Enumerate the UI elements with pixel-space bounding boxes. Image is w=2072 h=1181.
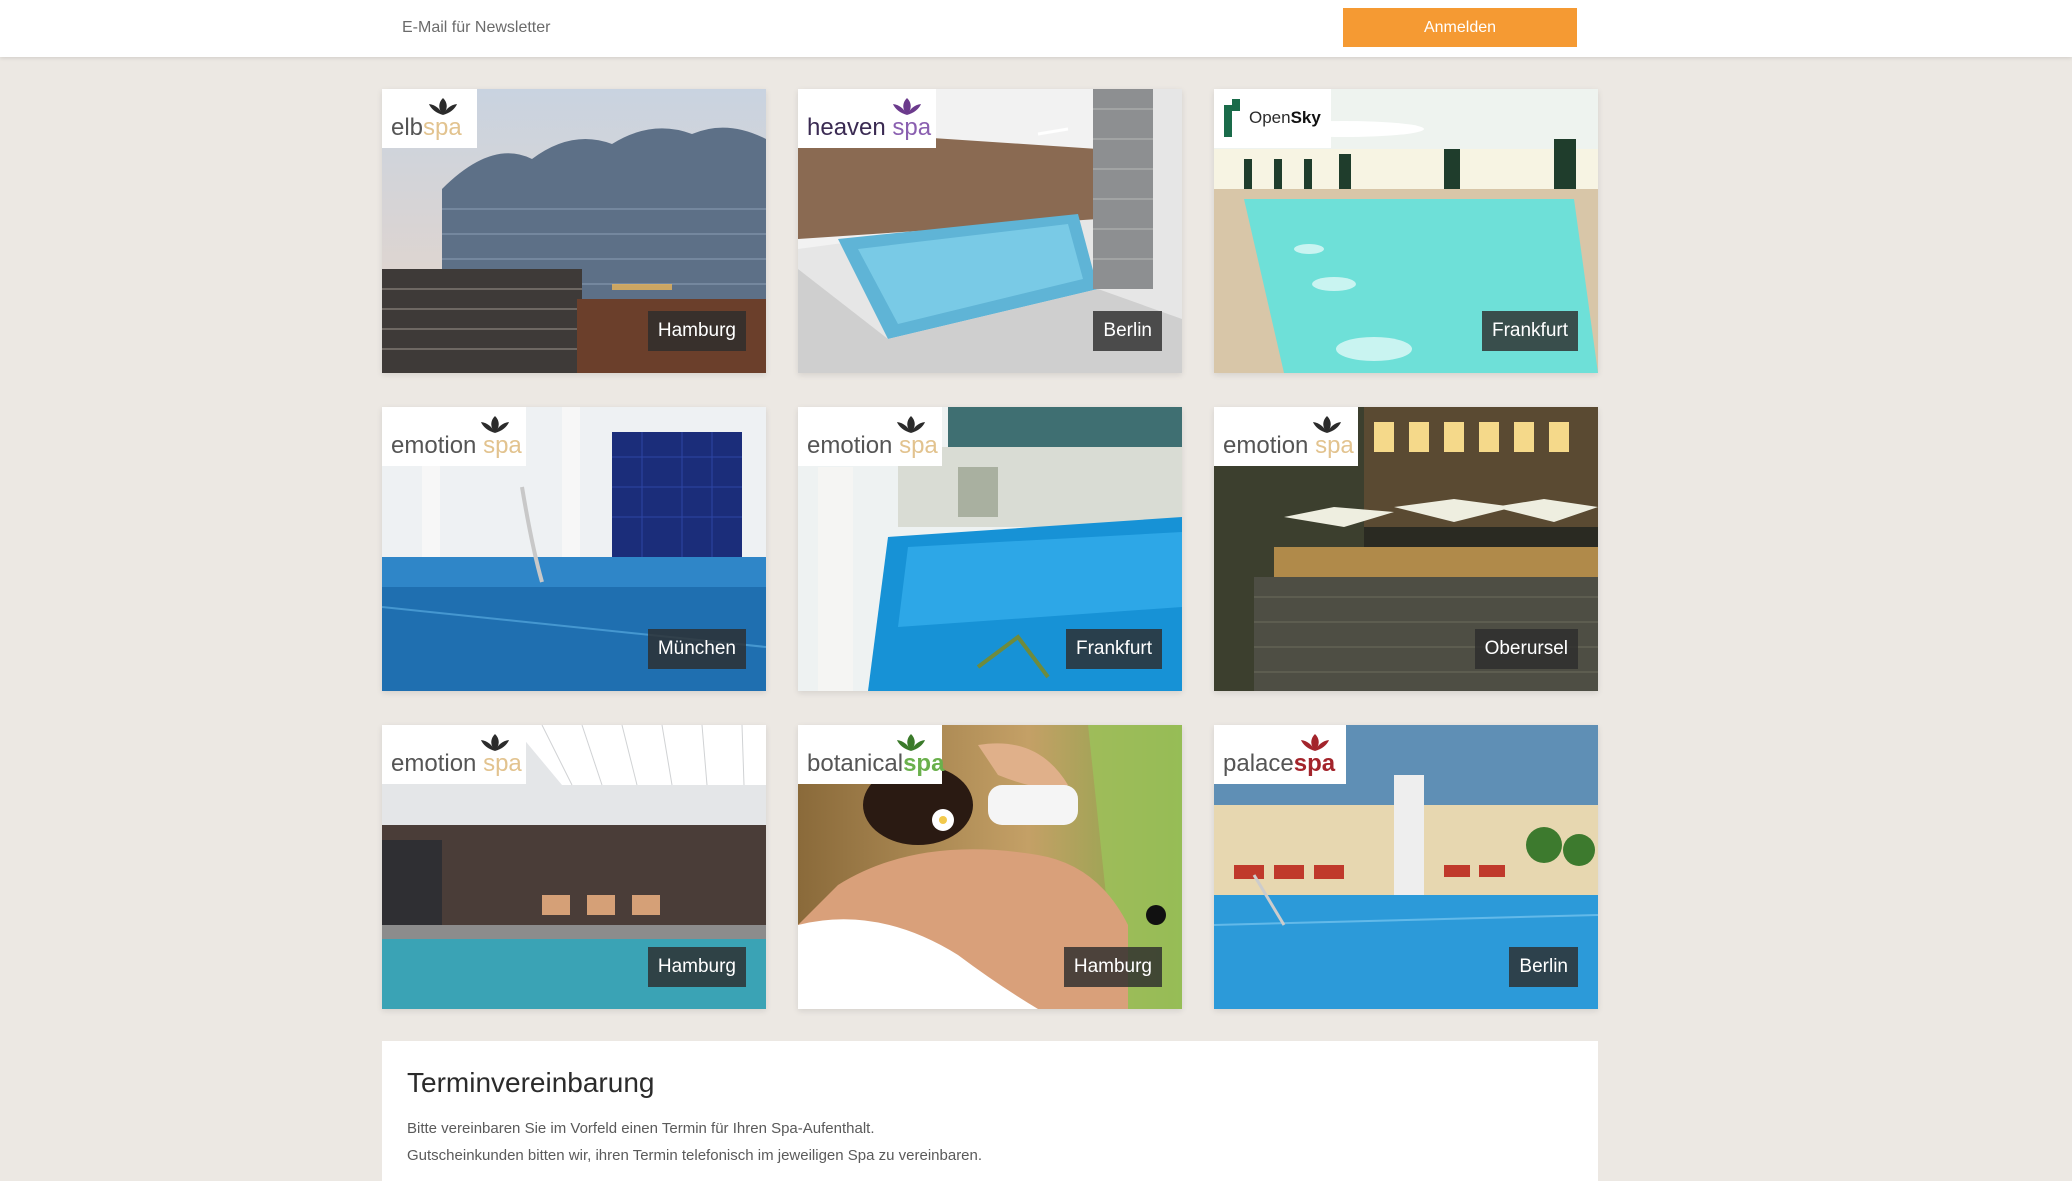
brand-suffix: spa [1293, 750, 1336, 777]
brand-name: Open [1249, 108, 1291, 127]
city-label: Berlin [1509, 947, 1578, 987]
city-label: Hamburg [647, 947, 746, 987]
brand-suffix: spa [899, 432, 938, 459]
spa-logo: heaven spa [798, 89, 936, 148]
brand-name: emotion [1223, 432, 1309, 459]
brand-suffix: spa [903, 750, 945, 777]
spa-logo: emotion spa [382, 725, 526, 784]
lotus-icon [1301, 734, 1329, 751]
brand-name: heaven [807, 114, 886, 141]
lotus-icon [481, 734, 509, 751]
spa-card-opensky-frankfurt[interactable]: Open Sky Frankfurt [1214, 89, 1598, 373]
spa-card-emotionspa-hamburg[interactable]: emotion spa Hamburg [382, 725, 766, 1009]
spa-logo: botanical spa [798, 725, 945, 784]
brand-name: emotion [807, 432, 893, 459]
city-label: Frankfurt [1065, 629, 1162, 669]
city-label: München [647, 629, 746, 669]
appointment-text-2: Gutscheinkunden bitten wir, ihren Termin… [407, 1147, 983, 1164]
lotus-icon [893, 98, 921, 115]
spa-card-heavenspa-berlin[interactable]: heaven spa Berlin [798, 89, 1182, 373]
spa-logo: emotion spa [798, 407, 942, 466]
spa-card-palacespa-berlin[interactable]: palace spa Berlin [1214, 725, 1598, 1009]
appointment-title: Terminvereinbarung [407, 1067, 655, 1098]
brand-name: palace [1223, 750, 1294, 777]
spa-logo: emotion spa [1214, 407, 1358, 466]
lotus-icon [897, 416, 925, 433]
spa-logo: emotion spa [382, 407, 526, 466]
spa-logo: palace spa [1214, 725, 1346, 784]
spa-card-emotionspa-oberursel[interactable]: emotion spa Oberursel [1214, 407, 1598, 691]
spa-card-botanicalspa-hamburg[interactable]: botanical spa Hamburg [798, 725, 1182, 1009]
subscribe-button[interactable]: Anmelden [1343, 8, 1577, 47]
brand-suffix: spa [483, 750, 522, 777]
newsletter-bar: Anmelden [0, 0, 2072, 57]
brand-suffix: Sky [1290, 108, 1321, 127]
brand-name: emotion [391, 750, 477, 777]
brand-suffix: spa [892, 114, 932, 141]
brand-name: botanical [807, 750, 904, 777]
appointment-text-1: Bitte vereinbaren Sie im Vorfeld einen T… [407, 1120, 875, 1137]
lotus-icon [429, 98, 457, 115]
city-label: Berlin [1093, 311, 1162, 351]
city-label: Hamburg [1063, 947, 1162, 987]
brand-suffix: spa [423, 114, 462, 141]
lotus-icon [481, 416, 509, 433]
newsletter-email-input[interactable] [390, 9, 1330, 47]
appointment-section: Terminvereinbarung Bitte vereinbaren Sie… [382, 1041, 1598, 1181]
city-label: Hamburg [647, 311, 746, 351]
spa-card-emotionspa-muenchen[interactable]: emotion spa München [382, 407, 766, 691]
lotus-icon [1313, 416, 1341, 433]
opensky-icon [1224, 99, 1240, 137]
brand-suffix: spa [1315, 432, 1354, 459]
spa-logo: Open Sky [1214, 89, 1331, 148]
spa-logo: elb spa [382, 89, 477, 148]
spa-card-emotionspa-frankfurt[interactable]: emotion spa Frankfurt [798, 407, 1182, 691]
spa-card-elbspa-hamburg[interactable]: elb spa Hamburg [382, 89, 766, 373]
lotus-icon [897, 734, 925, 751]
city-label: Oberursel [1474, 629, 1578, 669]
city-label: Frankfurt [1481, 311, 1578, 351]
brand-name: elb [391, 114, 424, 141]
brand-name: emotion [391, 432, 477, 459]
brand-suffix: spa [483, 432, 522, 459]
